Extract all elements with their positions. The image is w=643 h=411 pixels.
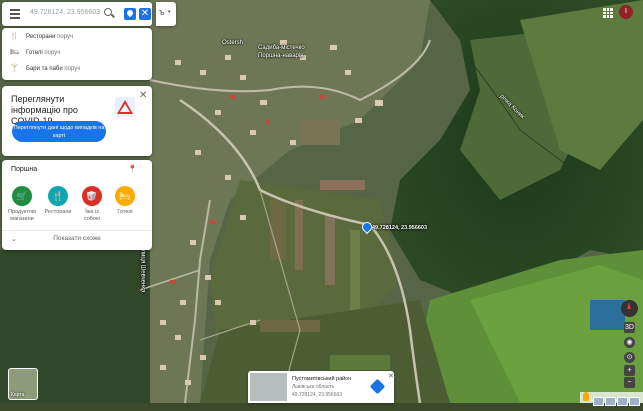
restaurant-icon: 🍴 <box>48 186 68 206</box>
street-label: вулиця Шевченка <box>139 243 146 293</box>
compass-icon[interactable] <box>621 300 638 317</box>
place-name: Пустомитівський район <box>292 376 352 382</box>
pegman-icon[interactable] <box>583 392 589 401</box>
category-takeout[interactable]: 🥡 Їжа із собою <box>77 186 107 223</box>
quick-search-sub: поруч <box>57 34 74 40</box>
close-icon[interactable]: ✕ <box>388 372 394 380</box>
apps-grid-icon[interactable] <box>603 8 613 18</box>
thumb-icon[interactable] <box>593 397 604 406</box>
quick-search-label: Бари та паби <box>26 66 63 72</box>
close-icon[interactable]: ✕ <box>139 90 147 101</box>
quick-search-label: Готелі <box>26 50 43 56</box>
search-box: 49.728124, 23.956603 – по ✕ <box>2 2 152 26</box>
explore-tools: 📍 <box>128 165 137 173</box>
layers-toggle[interactable]: Карта <box>8 368 38 400</box>
thumb-icon[interactable] <box>629 397 640 406</box>
pin-coords-label: 49.728124, 23.956603 <box>372 225 428 231</box>
category-label: Готелі <box>117 209 133 215</box>
quick-search-panel: 🍴 Ресторани поруч 🛏 Готелі поруч 🍸 Бари та … <box>2 28 152 80</box>
directions-button[interactable] <box>124 8 136 20</box>
place-coords: 49.728124, 23.956603 <box>292 392 343 398</box>
category-restaurants[interactable]: 🍴 Ресторани <box>43 186 73 216</box>
imagery-thumbnails <box>593 393 641 411</box>
zoom-in-button[interactable]: + <box>624 365 635 376</box>
divider <box>2 230 152 231</box>
category-hotels[interactable]: 🛏 Готелі <box>110 186 140 216</box>
directions-icon[interactable] <box>369 378 386 395</box>
explore-title: Поршна <box>11 166 38 173</box>
place-thumbnail[interactable] <box>250 373 287 401</box>
covid-alert-icon <box>115 97 135 117</box>
show-more-button[interactable]: Показати схоже <box>2 235 152 242</box>
thumb-icon[interactable] <box>605 397 616 406</box>
quick-search-hotels[interactable]: 🛏 Готелі поруч <box>10 48 60 56</box>
zoom-out-button[interactable]: − <box>624 377 635 388</box>
category-label: Ресторани <box>44 209 72 215</box>
pin-tool-icon[interactable]: 📍 <box>128 166 137 173</box>
3d-toggle-button[interactable]: 3D <box>624 322 635 333</box>
hotel-icon: 🛏 <box>10 49 19 56</box>
category-groceries[interactable]: 🛒 Продуктові магазини <box>7 186 37 223</box>
grocery-icon: 🛒 <box>12 186 32 206</box>
covid-map-button[interactable]: Переглянути дані щодо випадків на карті <box>12 121 106 142</box>
quick-search-bars[interactable]: 🍸 Бари та паби поруч <box>10 64 80 72</box>
restaurant-icon: 🍴 <box>10 33 19 40</box>
hotel-icon: 🛏 <box>115 186 135 206</box>
search-icon[interactable] <box>104 8 112 16</box>
place-info-card[interactable]: Пустомитівський район Львівська область … <box>248 371 394 403</box>
close-icon[interactable]: ✕ <box>139 8 151 20</box>
chevron-down-icon: ▾ <box>168 9 171 15</box>
search-input[interactable]: 49.728124, 23.956603 – по <box>30 9 102 16</box>
thumb-icon[interactable] <box>617 397 628 406</box>
my-location-icon[interactable]: ◉ <box>624 337 635 348</box>
avatar[interactable]: I <box>619 5 633 19</box>
street-view-icon[interactable]: ⊙ <box>624 352 635 363</box>
estate-label[interactable]: Садиба-містечко Поршна-наварія <box>258 44 328 60</box>
layers-label: Карта <box>11 392 25 398</box>
bar-icon: 🍸 <box>10 65 19 72</box>
quick-search-restaurants[interactable]: 🍴 Ресторани поруч <box>10 32 73 40</box>
collapse-panel-button[interactable]: Ъ ▾ <box>156 2 176 26</box>
takeout-icon: 🥡 <box>82 186 102 206</box>
quick-search-label: Ресторани <box>26 34 56 40</box>
menu-icon[interactable] <box>10 9 20 19</box>
explore-panel: Поршна 📍 🛒 Продуктові магазини 🍴 Рестора… <box>2 160 152 250</box>
quick-search-sub: поруч <box>44 50 61 56</box>
translate-icon: Ъ <box>159 10 165 17</box>
place-region: Львівська область <box>292 384 335 390</box>
covid-card: Переглянути інформацію про COVID-19 Пере… <box>2 86 152 156</box>
category-label: Їжа із собою <box>83 209 101 222</box>
village-label: Ostersh <box>222 40 244 46</box>
quick-search-sub: поруч <box>64 66 81 72</box>
category-label: Продуктові магазини <box>7 209 37 222</box>
